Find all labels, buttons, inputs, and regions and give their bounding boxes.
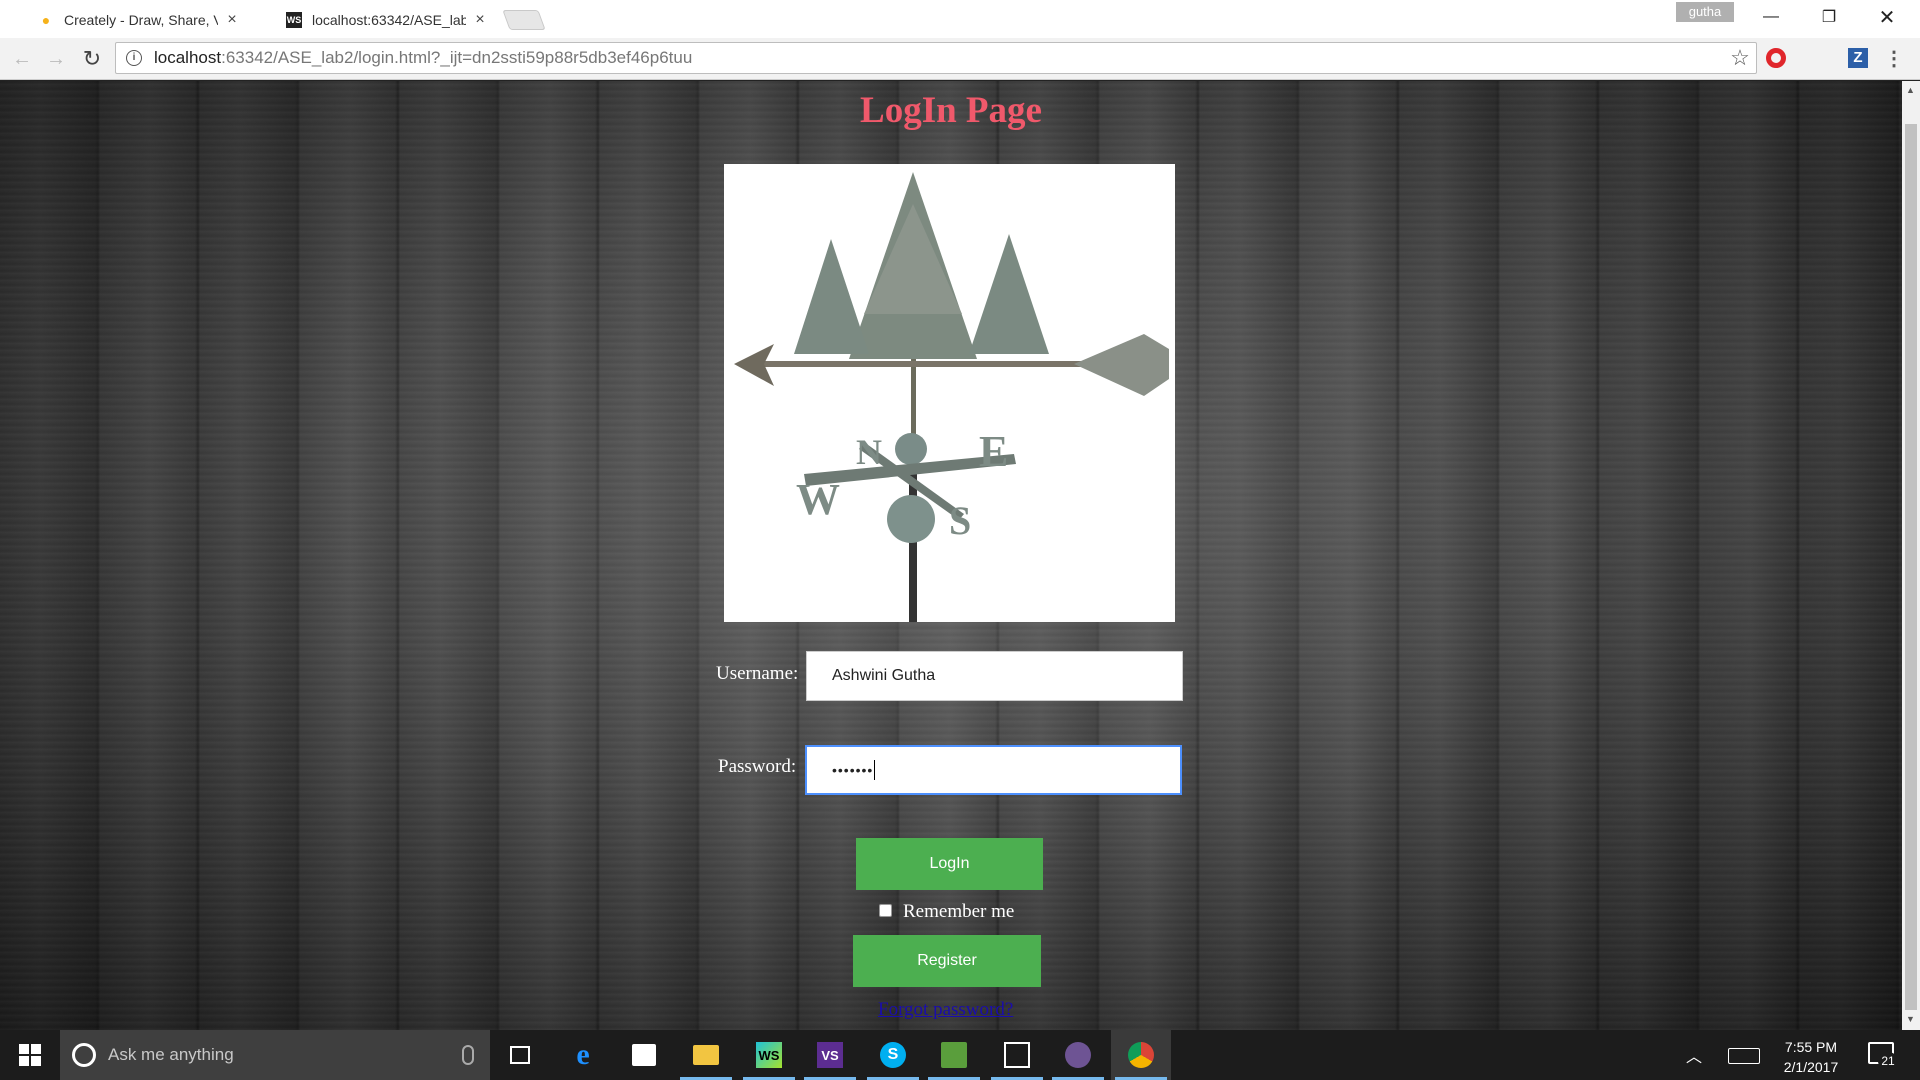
menu-kebab-icon[interactable]: ⋮	[1884, 46, 1904, 72]
bulb-icon: ●	[41, 12, 51, 28]
show-hidden-icons-chevron[interactable]: ︿	[1686, 1043, 1702, 1067]
compass-letter-n: N	[856, 432, 882, 472]
url-path: :63342/ASE_lab2/login.html?_ijt=dn2ssti5…	[221, 48, 693, 67]
start-button[interactable]	[0, 1030, 60, 1080]
task-view-icon	[510, 1046, 530, 1064]
bookmark-star-icon[interactable]: ☆	[1724, 45, 1756, 71]
photos-icon	[1004, 1042, 1030, 1068]
windows-logo-icon	[19, 1044, 41, 1066]
clock-time: 7:55 PM	[1784, 1039, 1838, 1055]
taskbar-app-green[interactable]	[924, 1030, 984, 1080]
spreadsheet-app-icon	[941, 1042, 967, 1068]
z-extension-icon[interactable]: Z	[1848, 48, 1868, 68]
chrome-icon	[1128, 1042, 1154, 1068]
clock-date: 2/1/2017	[1783, 1059, 1839, 1075]
password-label: Password:	[718, 756, 797, 777]
page-viewport: LogIn Page W N E S Username: Ashwini Gut…	[0, 81, 1902, 1030]
minimize-icon[interactable]: —	[1742, 0, 1800, 34]
taskbar-store[interactable]	[614, 1030, 674, 1080]
register-button[interactable]: Register	[853, 935, 1041, 987]
taskbar-edge[interactable]: e	[553, 1030, 613, 1080]
remember-me-label[interactable]: Remember me	[903, 901, 1014, 923]
touch-keyboard-icon[interactable]	[1728, 1048, 1760, 1064]
login-button[interactable]: LogIn	[856, 838, 1043, 890]
search-placeholder: Ask me anything	[108, 1045, 234, 1064]
weathervane-image: W N E S	[724, 164, 1175, 622]
tab-title: localhost:63342/ASE_lab	[312, 12, 466, 28]
store-icon	[632, 1044, 656, 1066]
taskbar-visual-studio[interactable]: VS	[800, 1030, 860, 1080]
username-input[interactable]: Ashwini Gutha	[806, 651, 1183, 701]
taskbar-chrome[interactable]	[1111, 1030, 1171, 1080]
notification-count-badge: 21	[1878, 1052, 1898, 1070]
text-caret	[874, 760, 876, 780]
close-tab-icon[interactable]: ×	[472, 11, 488, 29]
url-host: localhost	[154, 48, 222, 67]
edge-icon: e	[576, 1038, 590, 1071]
browser-toolbar: ← → ↻ i localhost:63342/ASE_lab2/login.h…	[0, 38, 1920, 80]
profile-button[interactable]: gutha	[1676, 2, 1734, 22]
close-tab-icon[interactable]: ×	[224, 11, 240, 29]
compass-letter-w: W	[796, 475, 840, 524]
webstorm-icon: WS	[286, 12, 302, 28]
windows-taskbar: Ask me anything e WS VS S ︿ 7:55 PM 2/1/…	[0, 1030, 1920, 1080]
system-clock[interactable]: 7:55 PM 2/1/2017	[1776, 1037, 1846, 1077]
taskbar-skype[interactable]: S	[863, 1030, 923, 1080]
info-icon[interactable]: i	[126, 50, 142, 66]
tab-title: Creately - Draw, Share, V	[64, 12, 218, 28]
back-arrow-icon[interactable]: ←	[8, 46, 36, 72]
webstorm-icon: WS	[756, 1042, 782, 1068]
forward-arrow-icon[interactable]: →	[42, 46, 70, 72]
github-icon	[1065, 1042, 1091, 1068]
opera-extension-icon[interactable]	[1766, 48, 1786, 68]
taskbar-file-explorer[interactable]	[676, 1030, 736, 1080]
microphone-icon[interactable]	[462, 1045, 474, 1065]
new-tab-button[interactable]	[502, 10, 546, 30]
forgot-password-link[interactable]: Forgot password?	[878, 999, 1013, 1021]
password-mask: •••••••	[832, 762, 874, 778]
taskbar-photos[interactable]	[987, 1030, 1047, 1080]
cortana-search-box[interactable]: Ask me anything	[60, 1030, 490, 1080]
compass-letter-s: S	[949, 498, 971, 543]
cortana-icon	[72, 1043, 96, 1067]
task-view-button[interactable]	[490, 1030, 550, 1080]
visual-studio-icon: VS	[817, 1042, 843, 1068]
remember-me-checkbox[interactable]	[879, 904, 892, 917]
browser-tab-localhost[interactable]: WS localhost:63342/ASE_lab ×	[258, 2, 502, 38]
url-text[interactable]: localhost:63342/ASE_lab2/login.html?_ijt…	[154, 48, 1724, 68]
restore-icon[interactable]: ❐	[1800, 0, 1858, 34]
folder-icon	[693, 1045, 719, 1065]
password-input[interactable]: •••••••	[805, 745, 1182, 795]
browser-tab-creately[interactable]: ● Creately - Draw, Share, V ×	[10, 2, 254, 38]
page-title: LogIn Page	[860, 90, 1042, 131]
skype-icon: S	[880, 1042, 906, 1068]
browser-titlebar: ● Creately - Draw, Share, V × WS localho…	[0, 0, 1920, 38]
address-bar[interactable]: i localhost:63342/ASE_lab2/login.html?_i…	[115, 42, 1757, 74]
taskbar-webstorm[interactable]: WS	[739, 1030, 799, 1080]
close-window-icon[interactable]: ✕	[1858, 0, 1916, 34]
taskbar-github[interactable]	[1048, 1030, 1108, 1080]
scrollbar-thumb[interactable]	[1905, 124, 1917, 1010]
compass-letter-e: E	[979, 427, 1008, 476]
reload-icon[interactable]: ↻	[78, 46, 106, 72]
scroll-down-icon[interactable]: ▼	[1906, 1014, 1915, 1024]
scroll-up-icon[interactable]: ▲	[1906, 85, 1915, 95]
username-label: Username:	[716, 663, 799, 684]
